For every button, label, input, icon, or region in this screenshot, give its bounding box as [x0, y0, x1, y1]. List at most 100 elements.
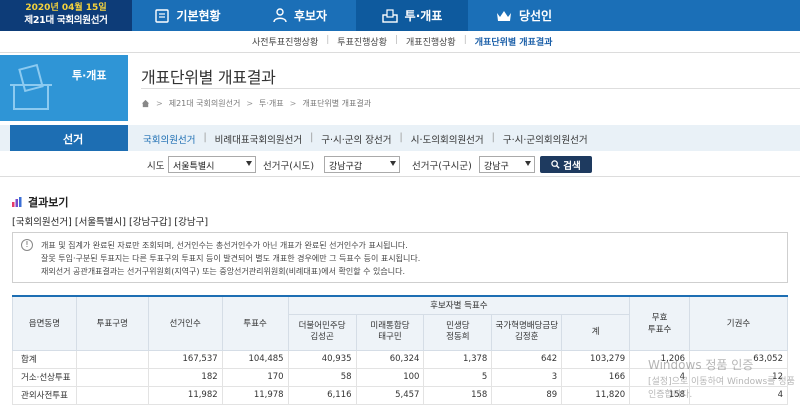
nav-label: 후보자: [293, 9, 328, 23]
activation-watermark: Windows 정품 인증: [648, 358, 754, 372]
home-icon[interactable]: [141, 99, 150, 108]
tab-local-head[interactable]: 구·시·군의 장선거: [321, 132, 391, 146]
tab-proportional[interactable]: 비례대표국회의원선거: [215, 132, 302, 146]
col-header-electors: 선거인수: [147, 295, 223, 351]
district-sido-select-value: 강남구갑: [329, 162, 363, 172]
subnav-early-voting[interactable]: 사전투표진행상황: [252, 35, 318, 48]
activation-watermark-sub: [설정]으로 이동하여 Windows를 정품 인증합니다.: [648, 377, 795, 400]
col-header-booth: 투표구명: [75, 295, 149, 351]
cell-booth: [75, 385, 149, 405]
cell-booth: [75, 349, 149, 369]
notice-line: 재외선거 공관개표결과는 선거구위원회(지역구) 또는 중앙선거관리위원회(비례…: [41, 267, 406, 276]
filter-label-sido: 시도: [147, 161, 165, 172]
ballot-box-illustration-icon: [10, 63, 52, 110]
nav-winners[interactable]: 당선인: [468, 0, 580, 31]
subnav-separator: |: [394, 35, 399, 45]
person-icon: [273, 8, 287, 23]
cell-electors: 167,537: [147, 349, 223, 369]
cell-booth: [75, 367, 149, 387]
crown-icon: [496, 10, 512, 22]
filter-label-district-sido: 선거구(시도): [263, 161, 315, 172]
breadcrumb-item[interactable]: 개표단위별 개표결과: [302, 98, 371, 109]
cell-c1: 6,116: [287, 385, 357, 405]
district-sido-select[interactable]: 강남구갑: [324, 156, 400, 173]
candidate-name: 김정훈: [515, 332, 539, 342]
district-gu-select-value: 강남구: [484, 162, 509, 172]
nav-voting-counting[interactable]: 투·개표: [356, 0, 468, 31]
notice-box: ! 개표 및 집계가 완료된 자료만 조회되며, 선거인수는 총선거인수가 아닌…: [12, 232, 788, 283]
col-header-invalid: 무효 투표수: [629, 295, 691, 351]
cell-total: 103,279: [561, 349, 631, 369]
col-header-candidate-votes: 후보자별 득표수: [287, 295, 631, 315]
tab-local-council[interactable]: 구·시·군의회의원선거: [503, 132, 588, 146]
subnav-separator: |: [463, 35, 467, 45]
cell-c4: 3: [491, 367, 563, 387]
results-path: [국회의원선거] [서울특별시] [강남구갑] [강남구]: [12, 217, 209, 228]
election-logo[interactable]: 2020년 04월 15일 제21대 국회의원선거: [0, 0, 132, 31]
notice-line: 잘못 투입·구분된 투표지는 다른 투표구의 투표지 등이 발견되어 별도 개표…: [41, 254, 421, 263]
col-header-candidate: 민생당 정동희: [423, 313, 493, 351]
subnav-voting[interactable]: 투표진행상황: [337, 35, 387, 48]
district-gu-select[interactable]: 강남구: [479, 156, 535, 173]
cell-c3: 158: [423, 385, 493, 405]
col-header-candidate: 국가혁명배당금당 김정훈: [491, 313, 563, 351]
candidate-name: 정동희: [446, 332, 470, 342]
cell-electors: 182: [147, 367, 223, 387]
section-title: 투·개표: [72, 69, 107, 82]
cell-voters: 170: [221, 367, 289, 387]
search-button-label: 검색: [563, 160, 581, 172]
document-icon: [155, 8, 170, 23]
chevron-down-icon: [525, 161, 531, 166]
top-nav: 2020년 04월 15일 제21대 국회의원선거 기본현황 후보자 투·개표 …: [0, 0, 800, 31]
cell-c2: 60,324: [355, 349, 425, 369]
bar-chart-icon: [12, 197, 22, 207]
divider: [141, 88, 800, 89]
breadcrumb-item[interactable]: 투·개표: [259, 98, 284, 109]
sido-select-value: 서울특별시: [173, 162, 215, 172]
nav-label: 당선인: [518, 9, 553, 23]
notice-line: 개표 및 집계가 완료된 자료만 조회되며, 선거인수는 총선거인수가 아닌 개…: [41, 241, 408, 250]
cell-eup: 관외사전투표: [12, 385, 77, 405]
logo-title: 제21대 국회의원선거: [24, 15, 108, 26]
candidate-party: 더불어민주당: [298, 321, 346, 331]
results-title: 결과보기: [28, 196, 69, 209]
col-header-candidate: 더불어민주당 김성곤: [287, 313, 357, 351]
page-title: 개표단위별 개표결과: [141, 68, 276, 87]
breadcrumb-separator: >: [156, 99, 163, 108]
breadcrumb-separator: >: [246, 99, 254, 108]
subnav-unit-results[interactable]: 개표단위별 개표결과: [475, 35, 553, 48]
nav-candidates[interactable]: 후보자: [244, 0, 356, 31]
cell-eup: 거소·선상투표: [12, 367, 77, 387]
tab-provincial-council[interactable]: 시·도의회의원선거: [411, 132, 484, 146]
logo-date: 2020년 04월 15일: [25, 3, 107, 13]
subnav-separator: |: [326, 35, 330, 45]
col-header-total: 계: [561, 313, 631, 351]
candidate-party: 미래통합당: [370, 321, 410, 331]
election-selection: 선거 국회의원선거 | 비례대표국회의원선거 | 구·시·군의 장선거 | 시·…: [0, 125, 800, 177]
cell-voters: 11,978: [221, 385, 289, 405]
filter-row: 시도 서울특별시 선거구(시도) 강남구갑 선거구(구시군) 강남구 검색: [0, 151, 800, 177]
cell-c2: 100: [355, 367, 425, 387]
cell-c1: 58: [287, 367, 357, 387]
search-button[interactable]: 검색: [540, 156, 592, 173]
col-header-eup: 읍면동명: [12, 295, 77, 351]
results-heading: 결과보기: [12, 194, 68, 210]
tab-separator: |: [203, 132, 207, 143]
subnav-counting[interactable]: 개표진행상황: [406, 35, 456, 48]
breadcrumb-item[interactable]: 제21대 국회의원선거: [169, 98, 241, 109]
section-block: 투·개표: [0, 55, 128, 121]
candidate-name: 태구민: [378, 332, 402, 342]
candidate-party: 민생당: [446, 321, 470, 331]
info-icon: !: [21, 239, 33, 251]
cell-c3: 5: [423, 367, 493, 387]
nav-basic-status[interactable]: 기본현황: [132, 0, 244, 31]
sido-select[interactable]: 서울특별시: [168, 156, 256, 173]
page-banner: 투·개표 개표단위별 개표결과 > 제21대 국회의원선거 > 투·개표 > 개…: [0, 55, 800, 121]
cell-c2: 5,457: [355, 385, 425, 405]
candidate-name: 김성곤: [310, 332, 334, 342]
cell-total: 166: [561, 367, 631, 387]
chevron-down-icon: [390, 161, 396, 166]
selection-label: 선거: [10, 125, 128, 151]
chevron-down-icon: [246, 161, 252, 166]
tab-national-assembly[interactable]: 국회의원선거: [143, 132, 195, 146]
